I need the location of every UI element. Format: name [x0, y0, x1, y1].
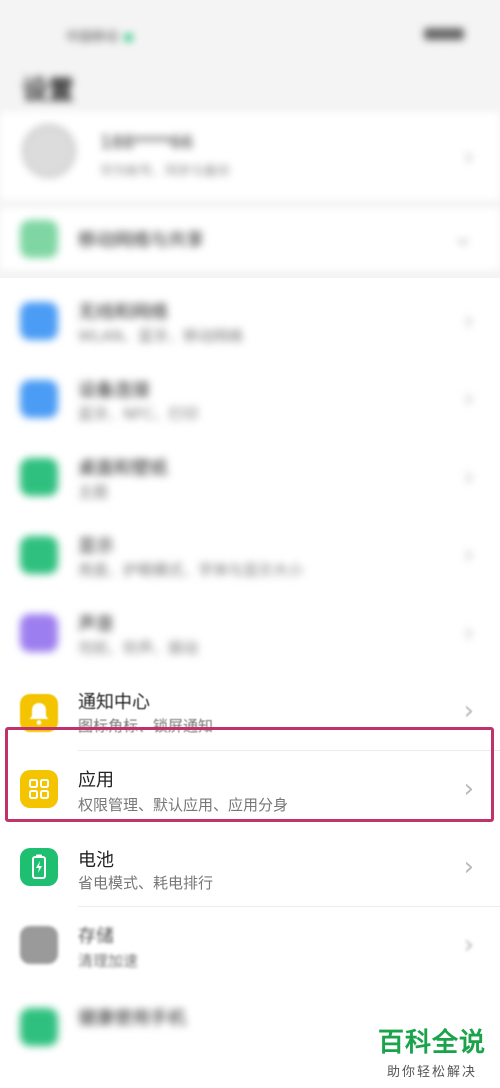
wallpaper-icon — [20, 458, 58, 496]
chevron-right-icon: › — [463, 618, 474, 648]
wifi-icon — [20, 302, 58, 340]
list-item-title: 声音 — [78, 614, 114, 635]
highlight-box — [5, 727, 494, 822]
chevron-right-icon: › — [463, 384, 474, 414]
chevron-right-icon: › — [463, 306, 474, 336]
watermark: 百科全说 助你轻松解决 — [378, 1022, 486, 1080]
avatar — [22, 124, 76, 178]
battery-title: 电池 — [78, 850, 114, 871]
list-item[interactable]: 设备连接 蓝牙、NFC、打印 › — [0, 356, 500, 434]
storage-subtitle: 清理加速 — [78, 952, 139, 970]
chevron-right-icon: › — [463, 540, 474, 570]
sidebar-item-storage[interactable]: 存储 清理加速 › — [0, 906, 500, 984]
share-icon — [20, 220, 58, 258]
hotspot-card[interactable]: 移动网络与共享 ⌄ — [0, 208, 500, 270]
status-bar: 中国移动 — [0, 0, 500, 64]
device-connect-icon — [20, 380, 58, 418]
sidebar-item-battery[interactable]: 电池 省电模式、耗电排行 › — [0, 828, 500, 906]
list-item-title: 显示 — [78, 536, 114, 557]
chevron-right-icon: › — [463, 142, 474, 172]
account-name: 188****66 — [100, 132, 194, 153]
battery-subtitle: 省电模式、耗电排行 — [78, 874, 214, 892]
list-item-subtitle: WLAN、蓝牙、移动网络 — [78, 327, 244, 345]
list-item-title: 设备连接 — [78, 380, 150, 401]
storage-title: 存储 — [78, 926, 114, 947]
list-item-subtitle: 蓝牙、NFC、打印 — [78, 405, 199, 423]
battery-status-icon — [424, 28, 464, 40]
notification-title: 通知中心 — [78, 692, 150, 713]
sound-icon — [20, 614, 58, 652]
list-item-subtitle: 主题 — [78, 483, 109, 501]
account-subtitle: 华为帐号、同步与备份 — [100, 164, 231, 179]
battery-icon — [20, 848, 58, 886]
list-item[interactable]: 声音 勿扰、铃声、振动 › — [0, 590, 500, 668]
chevron-right-icon: › — [463, 852, 474, 882]
account-card[interactable]: 188****66 华为帐号、同步与备份 › — [0, 112, 500, 200]
storage-icon — [20, 926, 58, 964]
watermark-main: 百科全说 — [377, 1028, 486, 1058]
health-title: 健康使用手机 — [78, 1008, 186, 1029]
page-title: 设置 — [22, 76, 75, 106]
health-icon — [20, 1008, 58, 1046]
list-item-subtitle: 亮度、护眼模式、字体与显示大小 — [78, 561, 304, 579]
chevron-down-icon: ⌄ — [452, 222, 474, 252]
signal-dot-icon — [124, 33, 134, 42]
display-icon — [20, 536, 58, 574]
list-item[interactable]: 显示 亮度、护眼模式、字体与显示大小 › — [0, 512, 500, 590]
list-item-title: 桌面和壁纸 — [78, 458, 168, 479]
list-item-subtitle: 勿扰、铃声、振动 — [78, 639, 199, 657]
carrier-label: 中国移动 — [66, 26, 134, 45]
list-item[interactable]: 桌面和壁纸 主题 › — [0, 434, 500, 512]
hotspot-label: 移动网络与共享 — [78, 230, 204, 251]
chevron-right-icon: › — [463, 462, 474, 492]
list-item-title: 无线和网络 — [78, 302, 168, 323]
list-item[interactable]: 无线和网络 WLAN、蓝牙、移动网络 › — [0, 278, 500, 356]
chevron-right-icon: › — [463, 696, 474, 726]
watermark-sub: 助你轻松解决 — [386, 1065, 477, 1080]
chevron-right-icon: › — [463, 930, 474, 960]
settings-list: 无线和网络 WLAN、蓝牙、移动网络 › 设备连接 蓝牙、NFC、打印 › 桌面… — [0, 278, 500, 1088]
